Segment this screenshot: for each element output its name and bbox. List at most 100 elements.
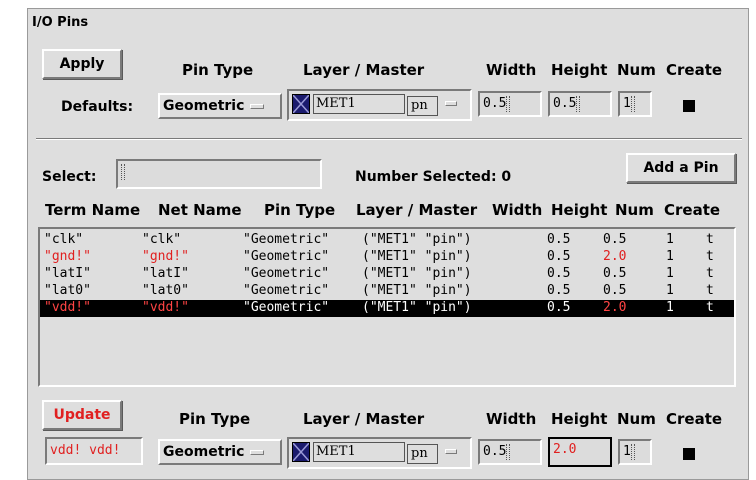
section-divider [36, 138, 742, 140]
num-cell: 1 [666, 283, 674, 298]
net-cell: "lat0" [142, 283, 189, 298]
num-cell: 1 [666, 266, 674, 281]
io-pins-panel: I/O Pins Apply Pin Type Layer / Master W… [27, 8, 749, 480]
default-num-input[interactable]: 1 [618, 91, 652, 117]
pin-list[interactable]: "clk" "clk" "Geometric" ("MET1" "pin") 0… [38, 227, 736, 387]
net-cell: "gnd!" [142, 249, 189, 264]
num-cell: 1 [666, 300, 674, 315]
height-cell: 0.5 [603, 232, 627, 247]
table-row-selected[interactable]: "vdd!" "vdd!" "Geometric" ("MET1" "pin")… [40, 300, 734, 317]
text-cursor-icon [506, 96, 511, 112]
defaults-label: Defaults: [61, 99, 134, 115]
update-layer-purpose: pn [407, 444, 438, 464]
table-layer-master-header: Layer / Master [356, 201, 478, 219]
apply-button[interactable]: Apply [42, 49, 122, 79]
select-input[interactable] [116, 159, 322, 189]
table-height-header: Height [551, 201, 608, 219]
width-cell: 0.5 [547, 283, 571, 298]
update-num-input[interactable]: 1 [618, 439, 652, 465]
text-cursor-icon [576, 96, 581, 112]
option-menu-indicator-icon [250, 103, 265, 109]
layer-cell: ("MET1" "pin") [362, 283, 472, 298]
update-layer-selector[interactable]: MET1 pn [287, 437, 472, 469]
table-row[interactable]: "clk" "clk" "Geometric" ("MET1" "pin") 0… [40, 232, 734, 249]
select-label: Select: [42, 169, 97, 185]
panel-title: I/O Pins [32, 15, 89, 30]
term-cell: "vdd!" [44, 300, 91, 315]
update-width-input[interactable]: 0.5 [478, 439, 542, 465]
text-cursor-icon [630, 96, 635, 112]
create-header: Create [666, 61, 723, 79]
default-pin-type-value: Geometric [163, 98, 245, 114]
net-name-header: Net Name [158, 201, 242, 219]
default-layer-name: MET1 [313, 94, 405, 114]
term-cell: "gnd!" [44, 249, 91, 264]
update-height-input[interactable]: 2.0 [548, 437, 612, 467]
net-cell: "latI" [142, 266, 189, 281]
table-row[interactable]: "gnd!" "gnd!" "Geometric" ("MET1" "pin")… [40, 249, 734, 266]
text-cursor-icon [121, 164, 125, 180]
layer-cell: ("MET1" "pin") [362, 232, 472, 247]
layer-master-header: Layer / Master [303, 61, 425, 79]
selected-names-field: vdd! vdd! [45, 437, 143, 465]
bottom-pin-type-header: Pin Type [179, 410, 251, 428]
default-width-input[interactable]: 0.5 [478, 91, 542, 117]
update-create-checkbox[interactable] [683, 448, 695, 460]
height-header: Height [551, 61, 608, 79]
height-cell: 0.5 [603, 266, 627, 281]
pin-type-cell: "Geometric" [243, 249, 330, 264]
create-cell: t [706, 300, 714, 315]
table-pin-type-header: Pin Type [264, 201, 336, 219]
layer-cell: ("MET1" "pin") [362, 249, 472, 264]
num-cell: 1 [666, 249, 674, 264]
table-row[interactable]: "latI" "latI" "Geometric" ("MET1" "pin")… [40, 266, 734, 283]
layer-cell: ("MET1" "pin") [362, 266, 472, 281]
num-cell: 1 [666, 232, 674, 247]
net-cell: "clk" [142, 232, 182, 247]
create-cell: t [706, 249, 714, 264]
pin-type-cell: "Geometric" [243, 266, 330, 281]
height-cell: 0.5 [603, 283, 627, 298]
bottom-height-header: Height [551, 410, 608, 428]
layer-swatch-icon [292, 94, 310, 114]
bottom-num-header: Num [617, 410, 656, 428]
update-pin-type-value: Geometric [163, 444, 245, 460]
height-cell: 2.0 [603, 300, 627, 315]
pin-type-header: Pin Type [182, 61, 254, 79]
create-cell: t [706, 266, 714, 281]
create-cell: t [706, 283, 714, 298]
pin-type-cell: "Geometric" [243, 300, 330, 315]
add-pin-button[interactable]: Add a Pin [626, 153, 736, 183]
update-layer-name: MET1 [313, 442, 405, 462]
layer-cell: ("MET1" "pin") [362, 300, 472, 315]
width-cell: 0.5 [547, 249, 571, 264]
default-layer-selector[interactable]: MET1 pn [287, 89, 472, 121]
text-cursor-icon [630, 444, 635, 460]
term-cell: "latI" [44, 266, 91, 281]
term-cell: "lat0" [44, 283, 91, 298]
layer-menu-indicator-icon [445, 449, 457, 454]
table-row[interactable]: "lat0" "lat0" "Geometric" ("MET1" "pin")… [40, 283, 734, 300]
table-width-header: Width [492, 201, 543, 219]
default-create-checkbox[interactable] [683, 100, 695, 112]
width-cell: 0.5 [547, 266, 571, 281]
pin-type-cell: "Geometric" [243, 232, 330, 247]
update-pin-type-menu[interactable]: Geometric [158, 439, 282, 465]
table-create-header: Create [664, 201, 721, 219]
bottom-create-header: Create [666, 410, 723, 428]
term-cell: "clk" [44, 232, 84, 247]
bottom-layer-master-header: Layer / Master [303, 410, 425, 428]
term-name-header: Term Name [45, 201, 141, 219]
num-header: Num [617, 61, 656, 79]
text-cursor-icon [506, 444, 511, 460]
default-pin-type-menu[interactable]: Geometric [158, 93, 282, 119]
number-selected-label: Number Selected: 0 [355, 169, 512, 185]
update-button[interactable]: Update [42, 400, 122, 430]
default-height-input[interactable]: 0.5 [548, 91, 612, 117]
width-cell: 0.5 [547, 300, 571, 315]
layer-menu-indicator-icon [445, 101, 457, 106]
option-menu-indicator-icon [250, 449, 265, 455]
table-num-header: Num [615, 201, 654, 219]
pin-type-cell: "Geometric" [243, 283, 330, 298]
create-cell: t [706, 232, 714, 247]
